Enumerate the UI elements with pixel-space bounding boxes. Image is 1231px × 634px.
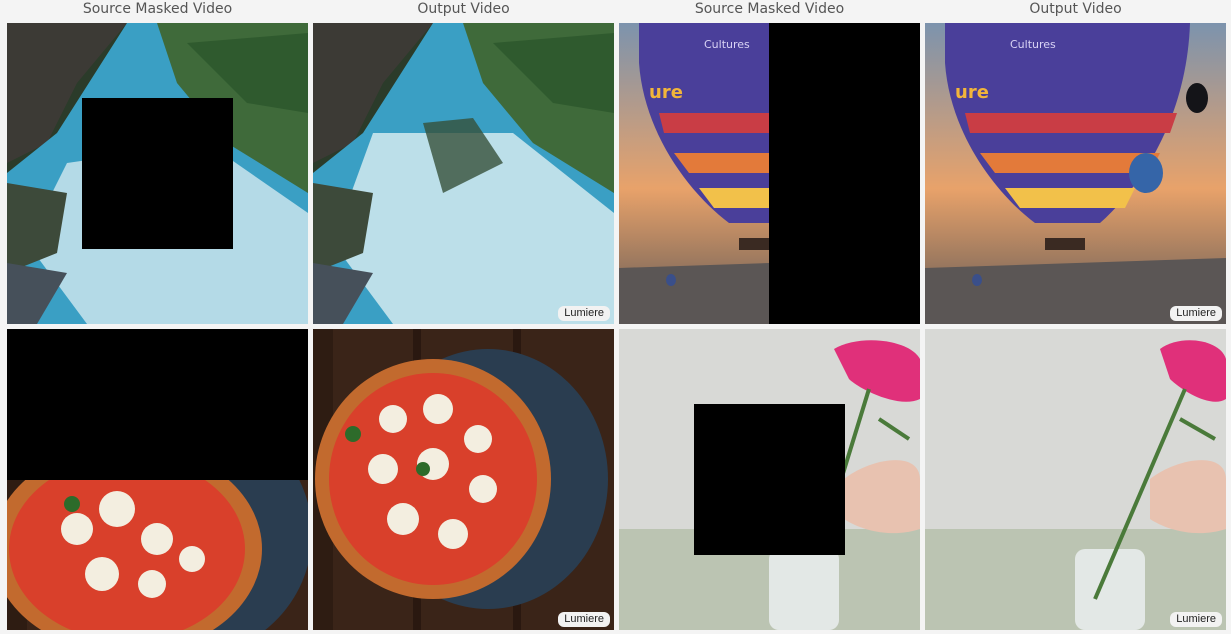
flower-source-video[interactable] [619,329,920,630]
header-output-video-1: Output Video [417,1,510,17]
lumiere-badge: Lumiere [1170,612,1222,627]
flower-output-video[interactable]: Lumiere [925,329,1226,630]
lumiere-badge: Lumiere [558,612,610,627]
header-source-masked-video-2: Source Masked Video [694,1,845,17]
balloon-output-video[interactable]: ure Cultures Lumiere [925,23,1226,324]
mask-block [694,404,845,555]
balloon-lettering: ure [649,82,683,103]
lumiere-badge: Lumiere [1170,306,1222,321]
mask-block [769,23,920,324]
mask-block [7,329,308,480]
balloon-text: Cultures [704,38,750,51]
balloon-text: Cultures [1010,38,1056,51]
river-source-video[interactable] [7,23,308,324]
lumiere-badge: Lumiere [558,306,610,321]
mask-block [82,98,233,249]
balloon-source-video[interactable]: ure Cultures [619,23,920,324]
header-source-masked-video-1: Source Masked Video [82,1,233,17]
pizza-output-video[interactable]: Lumiere [313,329,614,630]
balloon-lettering: ure [955,82,989,103]
pizza-source-video[interactable] [7,329,308,630]
river-output-video[interactable]: Lumiere [313,23,614,324]
header-output-video-2: Output Video [1029,1,1122,17]
